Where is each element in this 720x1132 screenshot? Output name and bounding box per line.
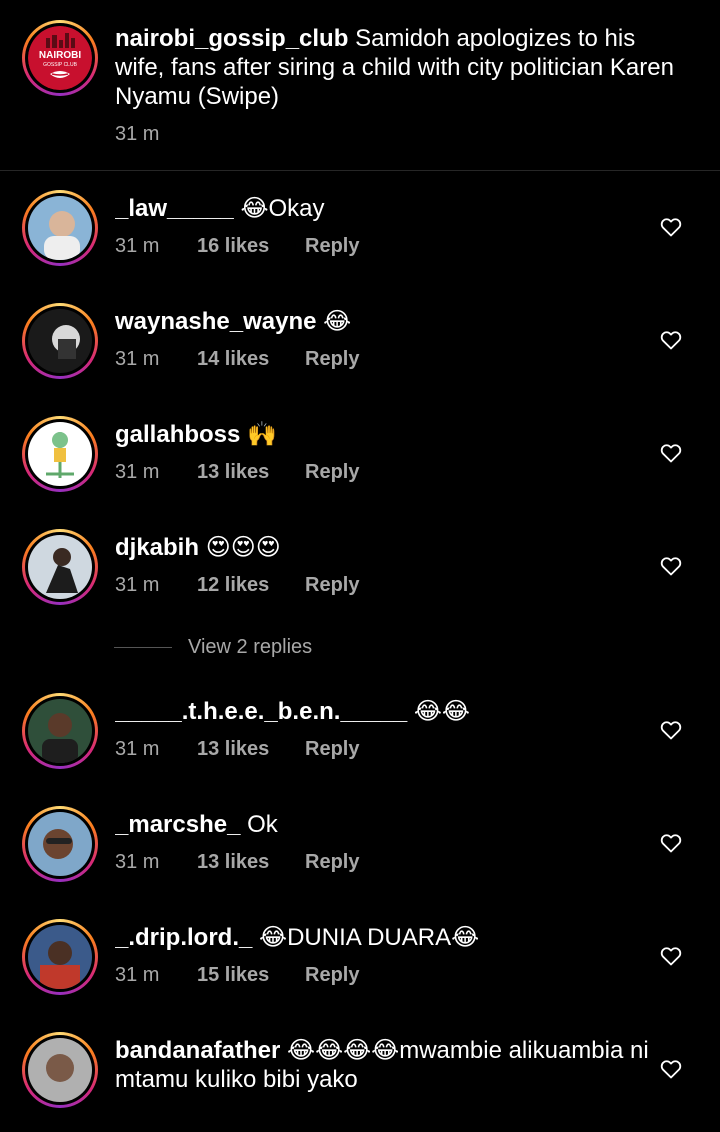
like-heart-icon[interactable] (659, 554, 683, 578)
comment-body: Ok (247, 811, 278, 838)
commenter-photo (28, 925, 92, 989)
commenter-avatar[interactable] (22, 529, 98, 605)
reply-button[interactable]: Reply (305, 964, 359, 986)
like-heart-icon[interactable] (659, 441, 683, 465)
comment-meta: 31 m 13 likes Reply (115, 738, 359, 761)
comment-likes[interactable]: 15 likes (197, 964, 305, 987)
post-caption: NAIROBI GOSSIP CLUB nairobi_gossip_club … (0, 0, 720, 171)
comment-likes[interactable]: 16 likes (197, 235, 305, 258)
post-author-avatar[interactable]: NAIROBI GOSSIP CLUB (22, 20, 98, 96)
caption-time: 31 m (115, 123, 160, 145)
comment-likes[interactable]: 13 likes (197, 738, 305, 761)
commenter-photo (28, 1038, 92, 1102)
commenter-avatar[interactable] (22, 919, 98, 995)
comment-row: _____.t.h.e.e._b.e.n._____ 😂😂 31 m 13 like… (0, 693, 720, 793)
view-replies-label: View 2 replies (188, 636, 313, 658)
comment-time: 31 m (115, 574, 160, 596)
commenter-avatar[interactable] (22, 303, 98, 379)
like-heart-icon[interactable] (659, 718, 683, 742)
commenter-photo (28, 196, 92, 260)
comment-meta: 31 m 14 likes Reply (115, 348, 359, 371)
view-replies-line (114, 647, 172, 648)
reply-button[interactable]: Reply (305, 574, 359, 596)
reply-button[interactable]: Reply (305, 461, 359, 483)
commenter-avatar[interactable] (22, 190, 98, 266)
comment-meta: 31 m 12 likes Reply (115, 574, 359, 597)
commenter-photo (28, 699, 92, 763)
svg-text:NAIROBI: NAIROBI (39, 50, 81, 61)
comment-text-block: gallahboss 🙌 (115, 420, 655, 449)
comment-body: 😂😂 (413, 698, 470, 725)
view-replies-button[interactable]: View 2 replies (114, 636, 514, 662)
commenter-avatar[interactable] (22, 806, 98, 882)
comment-body: 🙌 (247, 421, 277, 448)
post-author-username[interactable]: nairobi_gossip_club (115, 25, 348, 52)
nairobi-gossip-club-logo: NAIROBI GOSSIP CLUB (28, 26, 92, 90)
comment-row: waynashe_wayne 😂 31 m 14 likes Reply (0, 303, 720, 403)
comment-body: 😍😍😍 (205, 534, 281, 561)
comment-likes[interactable]: 14 likes (197, 348, 305, 371)
comment-likes[interactable]: 12 likes (197, 574, 305, 597)
comment-text-block: _law_____ 😂Okay (115, 194, 655, 223)
comment-time: 31 m (115, 738, 160, 760)
comment-meta: 31 m 15 likes Reply (115, 964, 359, 987)
commenter-username[interactable]: gallahboss (115, 421, 240, 448)
comment-likes[interactable]: 13 likes (197, 851, 305, 874)
commenter-username[interactable]: _____.t.h.e.e._b.e.n._____ (115, 698, 407, 725)
reply-button[interactable]: Reply (305, 738, 359, 760)
comment-body: 😂Okay (240, 195, 325, 222)
comment-row: _law_____ 😂Okay 31 m 16 likes Reply (0, 190, 720, 290)
comment-likes[interactable]: 13 likes (197, 461, 305, 484)
commenter-avatar[interactable] (22, 693, 98, 769)
like-heart-icon[interactable] (659, 215, 683, 239)
comment-time: 31 m (115, 348, 160, 370)
comment-row: bandanafather 😂😂😂😂mwambie alikuambia ni … (0, 1032, 720, 1132)
like-heart-icon[interactable] (659, 944, 683, 968)
comment-meta: 31 m 16 likes Reply (115, 235, 359, 258)
comment-row: _.drip.lord._ 😂DUNIA DUARA😂 31 m 15 likes R… (0, 919, 720, 1019)
comment-time: 31 m (115, 851, 160, 873)
reply-button[interactable]: Reply (305, 851, 359, 873)
like-heart-icon[interactable] (659, 831, 683, 855)
commenter-photo (28, 812, 92, 876)
commenter-username[interactable]: djkabih (115, 534, 199, 561)
comment-time: 31 m (115, 235, 160, 257)
comment-time: 31 m (115, 964, 160, 986)
comment-row: djkabih 😍😍😍 31 m 12 likes Reply (0, 529, 720, 629)
commenter-photo (28, 309, 92, 373)
like-heart-icon[interactable] (659, 328, 683, 352)
comment-body: 😂 (323, 308, 352, 335)
comment-row: gallahboss 🙌 31 m 13 likes Reply (0, 416, 720, 516)
commenter-username[interactable]: _marcshe_ (115, 811, 240, 838)
comment-meta: 31 m 13 likes Reply (115, 851, 359, 874)
comment-time: 31 m (115, 461, 160, 483)
commenter-photo (28, 422, 92, 486)
like-heart-icon[interactable] (659, 1057, 683, 1081)
comment-text-block: djkabih 😍😍😍 (115, 533, 655, 562)
commenter-avatar[interactable] (22, 1032, 98, 1108)
svg-text:GOSSIP CLUB: GOSSIP CLUB (43, 62, 77, 68)
commenter-username[interactable]: bandanafather (115, 1037, 280, 1064)
comment-text-block: _.drip.lord._ 😂DUNIA DUARA😂 (115, 923, 655, 952)
comment-text-block: waynashe_wayne 😂 (115, 307, 655, 336)
commenter-username[interactable]: _law_____ (115, 195, 234, 222)
comment-text-block: _marcshe_ Ok (115, 810, 655, 839)
commenter-username[interactable]: _.drip.lord._ (115, 924, 252, 951)
commenter-username[interactable]: waynashe_wayne (115, 308, 316, 335)
comment-text-block: _____.t.h.e.e._b.e.n._____ 😂😂 (115, 697, 655, 726)
comment-row: _marcshe_ Ok 31 m 13 likes Reply (0, 806, 720, 906)
reply-button[interactable]: Reply (305, 235, 359, 257)
reply-button[interactable]: Reply (305, 348, 359, 370)
comment-body: 😂DUNIA DUARA😂 (259, 924, 480, 951)
commenter-avatar[interactable] (22, 416, 98, 492)
comment-meta: 31 m 13 likes Reply (115, 461, 359, 484)
commenter-photo (28, 535, 92, 599)
caption-text-block: nairobi_gossip_club Samidoh apologizes t… (115, 24, 675, 111)
